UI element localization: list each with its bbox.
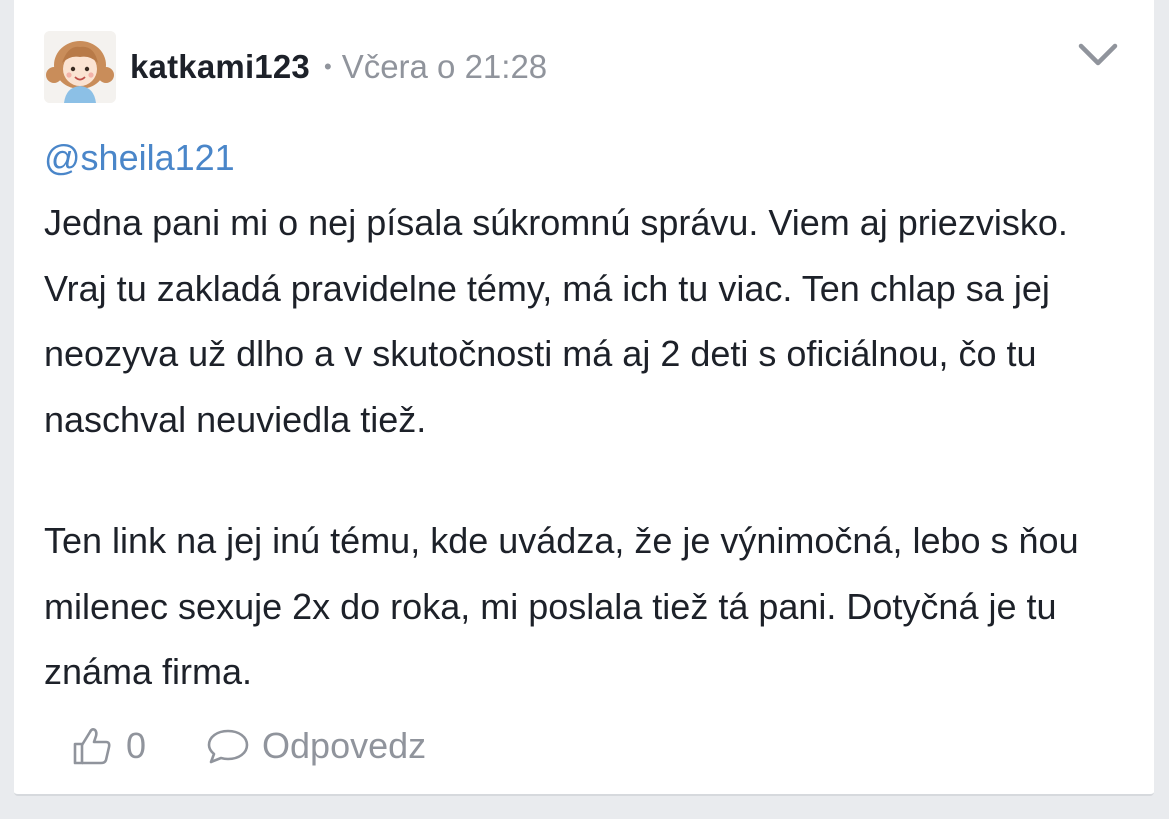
mention-link[interactable]: @sheila121 <box>44 137 235 179</box>
thumbs-up-icon <box>73 728 111 765</box>
post-actions: 0 Odpovedz <box>72 718 426 774</box>
chevron-down-icon <box>1078 43 1118 66</box>
post-header: katkami123 • Včera o 21:28 <box>44 30 547 104</box>
avatar[interactable] <box>44 31 116 103</box>
reply-label: Odpovedz <box>262 725 427 766</box>
post-menu-button[interactable] <box>1078 40 1118 70</box>
like-count: 0 <box>126 725 147 766</box>
post-card: katkami123 • Včera o 21:28 @sheila121 Je… <box>14 0 1154 796</box>
speech-bubble-icon <box>207 729 249 764</box>
girl-avatar-icon <box>44 31 116 103</box>
like-button[interactable]: 0 <box>72 725 146 767</box>
meta-separator: • <box>323 54 332 79</box>
post-timestamp: Včera o 21:28 <box>341 48 548 85</box>
author-name[interactable]: katkami123 <box>130 48 310 86</box>
reply-button[interactable]: Odpovedz <box>206 725 426 767</box>
post-body: Jedna pani mi o nej písala súkromnú sprá… <box>44 190 1134 705</box>
post-paragraph: Ten link na jej inú tému, kde uvádza, že… <box>44 520 1079 692</box>
post-paragraph: Jedna pani mi o nej písala súkromnú sprá… <box>44 202 1068 440</box>
